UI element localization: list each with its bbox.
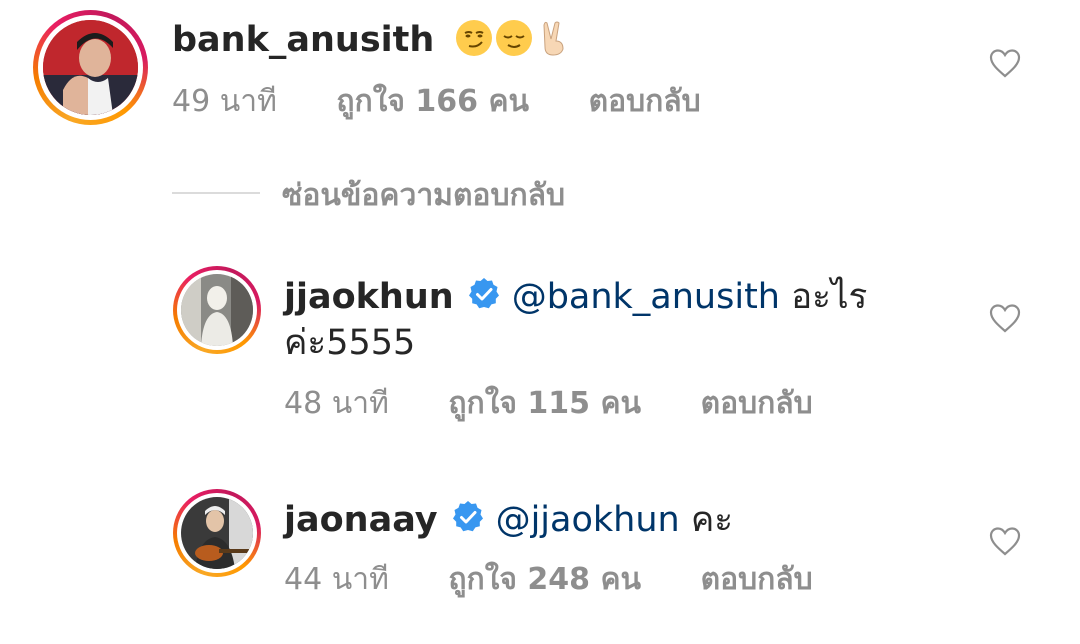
mention-link[interactable]: @bank_anusith bbox=[512, 277, 780, 317]
heart-outline-icon[interactable] bbox=[988, 525, 1022, 557]
comment-time: 48 นาที bbox=[284, 386, 389, 421]
avatar[interactable] bbox=[33, 10, 148, 125]
heart-outline-icon[interactable] bbox=[988, 302, 1022, 334]
likes-count[interactable]: ถูกใจ 115 คน bbox=[448, 384, 641, 424]
likes-count[interactable]: ถูกใจ 166 คน bbox=[336, 82, 529, 122]
comment-time: 44 นาที bbox=[284, 562, 389, 597]
mention-link[interactable]: @jjaokhun bbox=[496, 500, 680, 540]
avatar-photo bbox=[43, 20, 138, 115]
divider bbox=[172, 192, 260, 194]
verified-badge-icon bbox=[452, 501, 483, 532]
reply-button[interactable]: ตอบกลับ bbox=[701, 384, 813, 424]
avatar-photo bbox=[181, 497, 253, 569]
avatar-photo bbox=[181, 274, 253, 346]
avatar[interactable] bbox=[173, 489, 261, 577]
reply-button[interactable]: ตอบกลับ bbox=[701, 560, 813, 600]
comment-text: คะ bbox=[690, 500, 734, 540]
heart-outline-icon[interactable] bbox=[988, 47, 1022, 79]
victory-hand-emoji bbox=[543, 21, 564, 56]
username[interactable]: jjaokhun bbox=[284, 277, 454, 317]
smirk-emoji bbox=[456, 20, 493, 56]
avatar[interactable] bbox=[173, 266, 261, 354]
username[interactable]: jaonaay bbox=[284, 500, 438, 540]
verified-badge-icon bbox=[468, 278, 499, 309]
username[interactable]: bank_anusith bbox=[172, 20, 434, 60]
likes-count[interactable]: ถูกใจ 248 คน bbox=[448, 560, 641, 600]
comment-time: 49 นาที bbox=[172, 84, 277, 119]
relieved-emoji bbox=[496, 20, 533, 56]
hide-replies-button[interactable]: ซ่อนข้อความตอบกลับ bbox=[282, 176, 565, 216]
reply-button[interactable]: ตอบกลับ bbox=[589, 82, 701, 122]
comment-text-continued: ค่ะ5555 bbox=[284, 323, 416, 363]
comment-text: อะไร bbox=[791, 277, 868, 317]
